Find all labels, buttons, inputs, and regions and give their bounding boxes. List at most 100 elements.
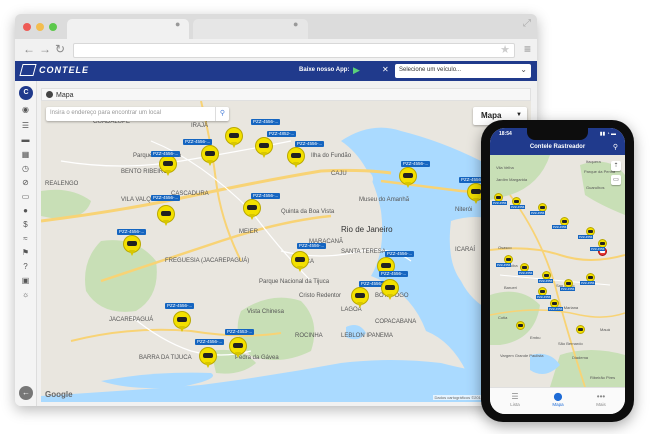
vehicle-select[interactable]: Selecione um veículo... ⌄	[395, 64, 531, 78]
vehicle-plate-label[interactable]: PZZ-4556	[548, 307, 564, 311]
vehicle-plate-label[interactable]: PZZ-4556-...	[385, 251, 415, 257]
vehicle-plate-label[interactable]: PZZ-4556-...	[251, 193, 281, 199]
phone-bottom-nav: ☰ Lista ⬤ Mapa ••• Mais	[490, 387, 625, 414]
vehicle-plate-label[interactable]: PZZ-4556	[580, 281, 596, 285]
vehicle-plate-label[interactable]: PZZ-4556-...	[401, 161, 431, 167]
phone-nav-mais[interactable]: ••• Mais	[581, 392, 621, 407]
vehicle-plate-label[interactable]: PZZ-4852-...	[267, 131, 297, 137]
forward-arrow-icon[interactable]: →	[39, 42, 51, 56]
vehicle-marker[interactable]	[199, 347, 217, 369]
vehicle-plate-label[interactable]: PZZ-4556	[560, 287, 576, 291]
map-place-label: Niterói	[455, 207, 473, 213]
browser-nav-bar: ← → ↻ ★ ≡	[15, 39, 537, 61]
address-bar[interactable]: ★	[73, 43, 515, 58]
vehicle-plate-label[interactable]: PZZ-4556	[510, 205, 526, 209]
vehicle-plate-label[interactable]: PZZ-4556-...	[165, 303, 195, 309]
vehicle-marker[interactable]	[225, 127, 243, 149]
phone-map-place-label: Embu	[530, 335, 541, 340]
car-icon	[295, 257, 305, 262]
vehicle-marker[interactable]	[287, 147, 305, 169]
vehicle-plate-label[interactable]: PZZ-4556	[578, 235, 594, 239]
close-window-dot[interactable]	[23, 23, 31, 31]
search-icon[interactable]: ⚲	[613, 143, 618, 151]
vehicle-plate-label[interactable]: PZZ-4556-...	[379, 271, 409, 277]
id-card-icon[interactable]: ▭	[20, 191, 31, 202]
minimize-window-dot[interactable]	[36, 23, 44, 31]
vehicle-plate-label[interactable]: PZZ-4556	[552, 225, 568, 229]
vehicle-marker[interactable]	[159, 155, 177, 177]
vehicle-plate-label[interactable]: PZZ-4556	[496, 263, 512, 267]
vehicle-plate-label[interactable]: PZZ-4556	[590, 247, 606, 251]
vehicle-marker[interactable]	[255, 137, 273, 159]
vehicle-plate-label[interactable]: PZZ-4556-...	[151, 151, 181, 157]
vehicle-plate-label[interactable]: PZZ-4556-...	[195, 339, 225, 345]
globe-icon[interactable]: ◉	[20, 104, 31, 115]
tab-close-icon[interactable]: ●	[175, 19, 180, 29]
grid-icon[interactable]: ▦	[20, 149, 31, 160]
collapse-sidebar-button[interactable]: ←	[19, 386, 33, 400]
vehicle-plate-label[interactable]: PZZ-4556-...	[297, 243, 327, 249]
vehicle-marker[interactable]	[173, 311, 191, 333]
vehicle-plate-label[interactable]: PZZ-4556-...	[183, 139, 213, 145]
layers-button[interactable]: ⇡	[611, 161, 621, 171]
browser-tab-inactive[interactable]	[193, 19, 308, 39]
browser-tab-active[interactable]	[67, 19, 189, 39]
dollar-icon[interactable]: $	[20, 219, 31, 230]
clock-icon[interactable]: ◷	[20, 163, 31, 174]
traffic-button[interactable]: ▭	[611, 175, 621, 185]
vehicle-plate-label[interactable]: PZZ-4556	[538, 279, 554, 283]
car-icon[interactable]: ▬	[20, 134, 31, 145]
user-avatar[interactable]: C	[19, 86, 33, 100]
rss-icon[interactable]: ≈	[20, 233, 31, 244]
vehicle-marker[interactable]	[123, 235, 141, 257]
address-search-input[interactable]: Insira o endereço para encontrar um loca…	[46, 107, 229, 121]
vehicle-marker[interactable]	[229, 337, 247, 359]
vehicle-marker[interactable]	[516, 321, 525, 332]
logo-mark-icon	[19, 64, 37, 76]
bookmark-star-icon[interactable]: ★	[500, 43, 510, 56]
marker-tip	[249, 214, 255, 220]
vehicle-plate-label[interactable]: PZZ-4556	[536, 295, 552, 299]
list-icon[interactable]: ☰	[20, 120, 31, 131]
fullscreen-toggle-icon[interactable]: ✕	[382, 65, 389, 74]
vehicle-plate-label[interactable]: PZZ-4556-...	[117, 229, 147, 235]
google-play-icon[interactable]: ▶	[353, 65, 360, 76]
phone-map[interactable]: Vila Velha Jardim Margarida Itaquera Parque…	[490, 155, 625, 387]
vehicle-plate-label[interactable]: PZZ-4556	[530, 211, 546, 215]
vehicle-marker[interactable]	[351, 287, 369, 309]
help-icon[interactable]: ?	[20, 261, 31, 272]
vehicle-marker[interactable]	[576, 325, 585, 336]
phone-map-place-label: Mauá	[600, 327, 611, 332]
search-icon[interactable]: ⚲	[215, 107, 229, 121]
vehicle-plate-label[interactable]: PZZ-4556	[518, 271, 534, 275]
phone-nav-lista[interactable]: ☰ Lista	[495, 392, 535, 407]
vehicle-marker[interactable]	[291, 251, 309, 273]
vehicle-plate-label[interactable]: PZZ-4556	[492, 201, 508, 205]
map-place-label: MEIER	[239, 229, 259, 235]
vehicle-marker[interactable]	[399, 167, 417, 189]
phone-map-place-label: Diadema	[572, 355, 589, 360]
bulb-icon[interactable]: ☼	[20, 289, 31, 300]
phone-map-place-label: Osasco	[498, 245, 512, 250]
vehicle-marker[interactable]	[157, 205, 175, 227]
phone-nav-mapa[interactable]: ⬤ Mapa	[538, 392, 578, 407]
browser-menu-icon[interactable]: ≡	[524, 42, 531, 56]
gift-icon[interactable]: ▣	[20, 275, 31, 286]
map-canvas[interactable]: GUADALUPEParque MadureiraIRAJÁBENTO RIBE…	[41, 101, 531, 402]
fullscreen-icon[interactable]: ⤢	[523, 18, 531, 29]
vehicle-marker[interactable]	[243, 199, 261, 221]
vehicle-plate-label[interactable]: PZZ-4556-...	[151, 195, 181, 201]
maximize-window-dot[interactable]	[49, 23, 57, 31]
vehicle-plate-label[interactable]: PZZ-4556-...	[251, 119, 281, 125]
back-arrow-icon[interactable]: ←	[23, 42, 35, 56]
brand-logo[interactable]: CONTELE	[19, 64, 89, 76]
tab-close-icon[interactable]: ●	[293, 19, 298, 29]
reload-icon[interactable]: ↻	[55, 42, 65, 56]
vehicle-plate-label[interactable]: PZZ-4553-...	[225, 329, 255, 335]
vehicle-marker[interactable]	[201, 145, 219, 167]
vehicle-marker[interactable]	[381, 279, 399, 301]
ban-icon[interactable]: ⊘	[20, 177, 31, 188]
vehicle-plate-label[interactable]: PZZ-4556-...	[295, 141, 325, 147]
flag-icon[interactable]: ⚑	[20, 247, 31, 258]
user-icon[interactable]: ●	[20, 205, 31, 216]
